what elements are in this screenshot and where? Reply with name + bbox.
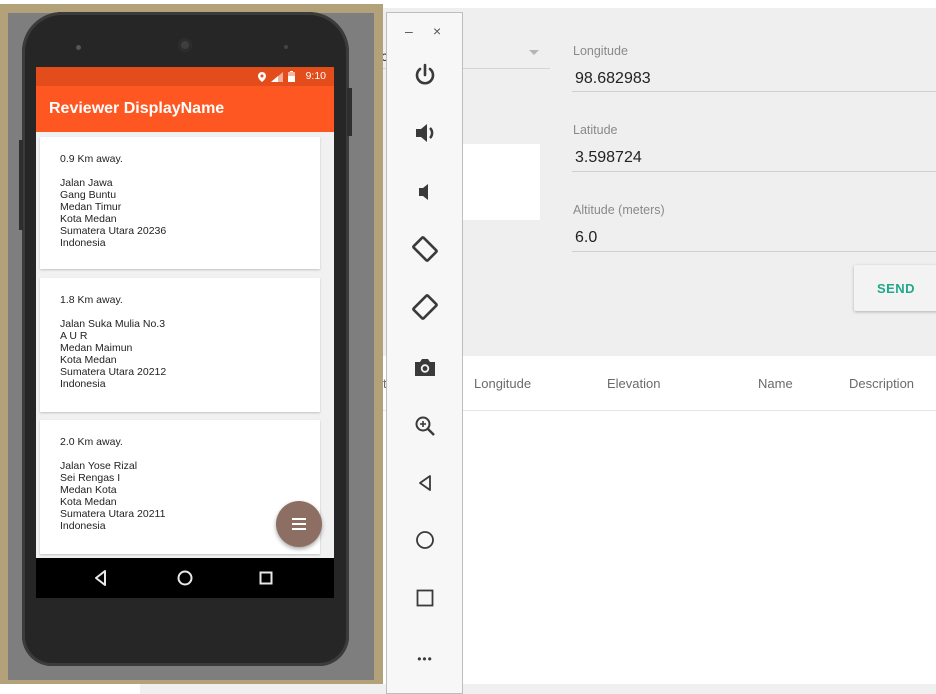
menu-icon: [292, 518, 306, 520]
home-icon: [177, 570, 193, 586]
address-line: Indonesia: [60, 237, 106, 249]
address-line: Jalan Jawa: [60, 177, 113, 189]
address-line: Jalan Yose Rizal: [60, 460, 138, 472]
side-button: [347, 88, 352, 136]
nav-home-button[interactable]: [175, 568, 195, 588]
sensor-dot: [76, 45, 81, 50]
address-line: Medan Timur: [60, 201, 122, 213]
longitude-label: Longitude: [573, 44, 628, 58]
longitude-input[interactable]: 98.682983: [575, 70, 651, 88]
altitude-label: Altitude (meters): [573, 203, 665, 217]
address-line: Indonesia: [60, 520, 106, 532]
overview-icon: [259, 571, 273, 585]
address-line: A U R: [60, 330, 88, 342]
status-bar: 9:10: [36, 67, 334, 86]
phone-nav-bar: [36, 558, 334, 598]
home-button[interactable]: [409, 524, 441, 556]
send-button[interactable]: SEND: [854, 265, 936, 311]
menu-icon-bar: [292, 523, 306, 525]
screenshot-button[interactable]: [409, 351, 441, 383]
camera-icon: [415, 359, 435, 376]
zoom-icon: [415, 416, 435, 436]
menu-fab[interactable]: [276, 501, 322, 547]
rotate-left-button[interactable]: [409, 233, 441, 265]
address-line: Sumatera Utara 20212: [60, 366, 167, 378]
card-distance: 0.9 Km away.: [60, 153, 123, 165]
nav-overview-button[interactable]: [256, 568, 276, 588]
rotate-right-icon: [412, 294, 438, 320]
nav-back-button[interactable]: [91, 568, 111, 588]
dropdown-arrow-icon[interactable]: [529, 50, 539, 55]
home-icon: [416, 531, 434, 549]
status-time: 9:10: [305, 70, 326, 82]
app-title: Reviewer DisplayName: [49, 100, 225, 117]
column-header-elevation[interactable]: Elevation: [607, 376, 660, 391]
sensor-dot: [284, 45, 288, 49]
signal-icon: [271, 72, 283, 82]
more-button[interactable]: •••: [409, 643, 441, 675]
overview-icon: [416, 589, 434, 607]
column-header-name[interactable]: Name: [758, 376, 793, 391]
back-button[interactable]: [409, 467, 441, 499]
volume-down-icon: [419, 184, 428, 200]
back-icon: [419, 475, 431, 491]
emulator-toolbar: – × •••: [386, 12, 463, 694]
column-header-longitude[interactable]: Longitude: [474, 376, 531, 391]
rotate-left-icon: [412, 236, 438, 262]
address-line: Kota Medan: [60, 354, 117, 366]
text-area[interactable]: [460, 144, 540, 220]
minimize-button[interactable]: –: [405, 23, 413, 39]
address-line: Medan Kota: [60, 484, 117, 496]
volume-up-button[interactable]: [409, 117, 441, 149]
latitude-underline: [572, 171, 936, 172]
address-line: Sumatera Utara 20211: [60, 508, 166, 520]
volume-down-button[interactable]: [409, 176, 441, 208]
address-line: Kota Medan: [60, 496, 117, 508]
address-line: Kota Medan: [60, 213, 117, 225]
column-header-description[interactable]: Description: [849, 376, 914, 391]
bottom-strip: [140, 684, 936, 694]
address-line: Sei Rengas I: [60, 472, 121, 484]
location-icon: [258, 72, 266, 82]
zoom-button[interactable]: [409, 410, 441, 442]
address-line: Indonesia: [60, 378, 106, 390]
volume-up-icon: [416, 124, 434, 142]
app-bar: Reviewer DisplayName: [36, 86, 334, 132]
address-line: Medan Maimun: [60, 342, 133, 354]
rotate-right-button[interactable]: [409, 291, 441, 323]
battery-icon: [288, 71, 295, 82]
card-distance: 1.8 Km away.: [60, 294, 123, 306]
latitude-input[interactable]: 3.598724: [575, 149, 642, 167]
longitude-underline: [572, 91, 936, 92]
front-camera: [178, 38, 192, 52]
power-button[interactable]: [409, 59, 441, 91]
card-distance: 2.0 Km away.: [60, 436, 123, 448]
power-icon: [415, 63, 435, 85]
address-line: Sumatera Utara 20236: [60, 225, 167, 237]
close-button[interactable]: ×: [433, 23, 441, 39]
menu-icon-bar: [292, 528, 306, 530]
altitude-input[interactable]: 6.0: [575, 229, 597, 247]
side-button: [19, 140, 23, 230]
address-line: Gang Buntu: [60, 189, 117, 201]
back-icon: [95, 570, 106, 586]
latitude-label: Latitude: [573, 123, 618, 137]
list-item[interactable]: 0.9 Km away. Jalan Jawa Gang Buntu Medan…: [40, 137, 320, 269]
overview-button[interactable]: [409, 582, 441, 614]
altitude-underline: [572, 251, 936, 252]
list-item[interactable]: 1.8 Km away. Jalan Suka Mulia No.3 A U R…: [40, 278, 320, 412]
address-line: Jalan Suka Mulia No.3: [60, 318, 166, 330]
